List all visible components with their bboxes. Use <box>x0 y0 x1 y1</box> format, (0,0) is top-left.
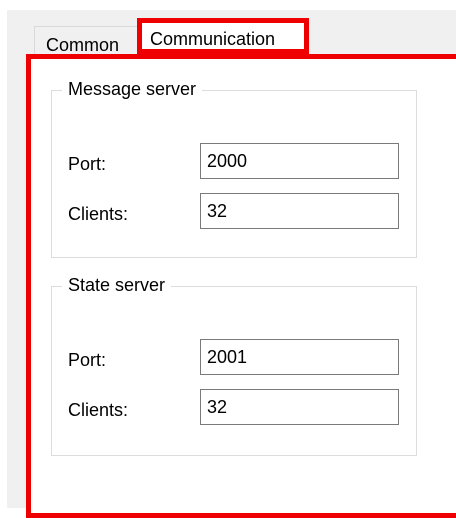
state-port-input[interactable] <box>200 339 399 375</box>
message-server-title: Message server <box>62 78 203 100</box>
state-server-title: State server <box>62 274 172 296</box>
state-port-label: Port: <box>68 350 107 370</box>
message-port-label: Port: <box>68 154 107 174</box>
message-port-input[interactable] <box>200 143 399 179</box>
tab-communication-label: Communication <box>150 29 276 49</box>
state-clients-input[interactable] <box>200 389 399 425</box>
tab-communication[interactable]: Communication <box>137 18 309 54</box>
message-clients-input[interactable] <box>200 193 399 229</box>
state-clients-label: Clients: <box>68 400 129 420</box>
message-clients-label: Clients: <box>68 204 129 224</box>
tab-common-label: Common <box>46 35 120 55</box>
